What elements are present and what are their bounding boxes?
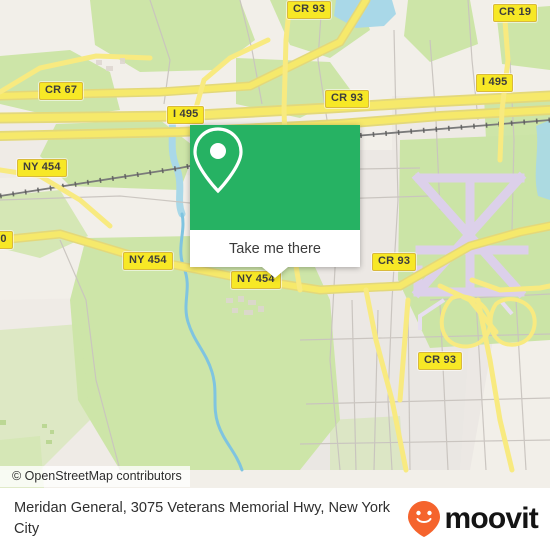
place-title: Meridan General, 3075 Veterans Memorial … bbox=[14, 500, 391, 537]
road-shield: CR 93 bbox=[287, 1, 332, 19]
map-pin-icon bbox=[193, 127, 243, 194]
road-shield: CR 67 bbox=[39, 82, 84, 100]
road-shield: I 495 bbox=[476, 74, 514, 92]
moovit-logo[interactable]: moovit bbox=[407, 500, 550, 538]
road-shield: NY 454 bbox=[123, 252, 173, 270]
popup-pointer-tail bbox=[262, 267, 288, 278]
road-shield: CR 93 bbox=[325, 90, 370, 108]
popup-footer[interactable]: Take me there bbox=[190, 230, 360, 278]
road-shield: NY 454 bbox=[17, 159, 67, 177]
map-canvas[interactable]: CR 93 CR 19 CR 67 CR 93 I 495 I 495 NY 454 00 NY… bbox=[0, 0, 550, 488]
map-screenshot: CR 93 CR 19 CR 67 CR 93 I 495 I 495 NY 454 00 NY… bbox=[0, 0, 550, 550]
road-shield: 00 bbox=[0, 231, 13, 249]
osm-attribution[interactable]: © OpenStreetMap contributors bbox=[0, 466, 190, 487]
popup-header bbox=[190, 125, 360, 230]
footer-bar: Meridan General, 3075 Veterans Memorial … bbox=[0, 488, 550, 550]
moovit-wordmark: moovit bbox=[444, 502, 538, 535]
road-shield: CR 93 bbox=[372, 253, 417, 271]
moovit-pin-icon bbox=[408, 501, 441, 537]
road-shield: CR 19 bbox=[493, 4, 538, 22]
take-me-there-button[interactable]: Take me there bbox=[229, 241, 321, 257]
road-shield: I 495 bbox=[167, 106, 205, 124]
location-popup-card[interactable]: Take me there bbox=[190, 125, 360, 278]
road-shield: CR 93 bbox=[418, 352, 463, 370]
